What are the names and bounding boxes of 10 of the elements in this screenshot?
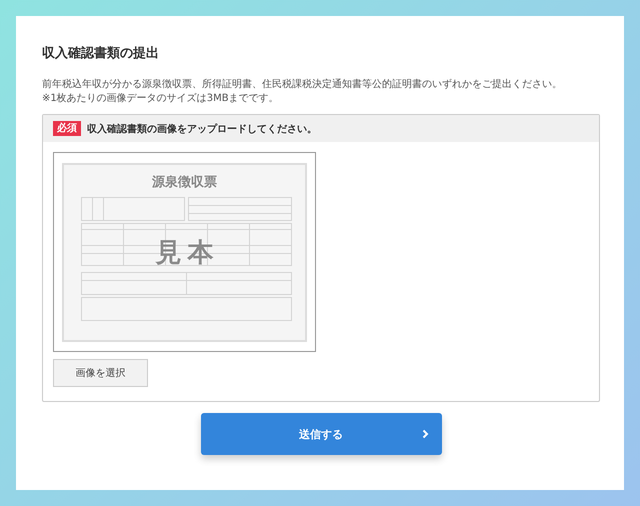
sample-watermark: 見本 — [154, 237, 220, 270]
submit-button[interactable]: 送信する — [200, 413, 442, 455]
required-badge: 必須 — [53, 121, 81, 136]
note-text: 前年税込年収が分かる源泉徴収票、所得証明書、住民税課税決定通知書等公的証明書のいずれかをご提出ください。 — [42, 78, 563, 92]
page-title: 収入確認書類の提出 — [42, 44, 160, 63]
instruction-text: 収入確認書類の画像をアップロードしてください。 — [87, 122, 317, 136]
note-text: ※1枚あたりの画像データのサイズは3MBまでです。 — [42, 92, 280, 106]
select-image-button[interactable]: 画像を選択 — [53, 359, 148, 387]
chevron-right-icon — [422, 429, 428, 439]
sample-title: 源泉徴収票 — [151, 174, 218, 191]
